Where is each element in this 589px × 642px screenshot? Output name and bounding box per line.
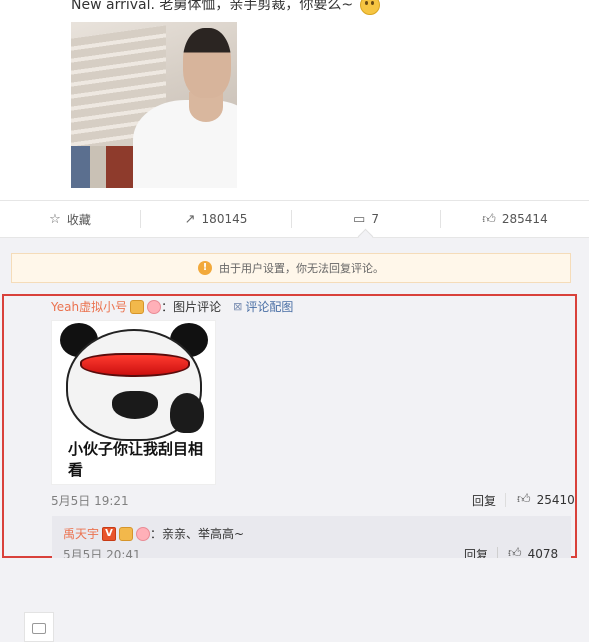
comment-username[interactable]: Yeah虚拟小号 [51, 298, 127, 315]
reply-reply-button[interactable]: 回复 [464, 546, 488, 558]
comment-reply-button[interactable]: 回复 [472, 492, 496, 509]
share-button[interactable]: ↗ 180145 [141, 201, 291, 237]
comment-like-count: 25410 [536, 492, 575, 507]
reply-like-count: 4078 [527, 546, 559, 559]
emoji-icon [147, 299, 162, 314]
photo-head [183, 28, 231, 98]
share-icon: ↗ [184, 211, 196, 227]
divider [497, 547, 498, 558]
image-icon: ⊠ [233, 300, 243, 313]
thumbs-up-icon: 👍︎ [482, 211, 496, 227]
thumbs-up-icon: 👍︎ [517, 492, 531, 507]
reply-restriction-notice: ! 由于用户设置，你无法回复评论。 [11, 253, 571, 283]
avatar-image [24, 612, 54, 642]
share-count: 180145 [201, 212, 248, 226]
warning-icon: ! [198, 261, 212, 275]
reply-username[interactable]: 禹天宇 [63, 525, 99, 542]
meme-caption: 小伙子你让我刮目相看 [68, 440, 204, 479]
favorite-label: 收藏 [66, 212, 91, 227]
avatar[interactable] [12, 306, 54, 642]
comment-time: 5月5日 19:21 [51, 494, 129, 508]
star-icon: ☆ [49, 211, 61, 227]
comment-image-link[interactable]: 评论配图 [245, 298, 293, 315]
avatar-figure-icon [32, 623, 46, 634]
emoji-face-icon [359, 0, 380, 15]
post-text: New arrival. 老舅体恤，亲手剪裁，你要么~ [71, 0, 380, 15]
member-badge-icon [119, 526, 134, 541]
comment-image[interactable]: 小伙子你让我刮目相看 [51, 320, 216, 485]
thumbs-up-icon: 👍︎ [508, 546, 522, 558]
reply-time: 5月5日 20:41 [63, 548, 141, 558]
reply-like-button[interactable]: 👍︎ 4078 [508, 546, 558, 558]
divider [505, 493, 506, 507]
meme-hand [170, 393, 204, 433]
member-badge-icon [130, 299, 145, 314]
photo-books [71, 146, 135, 188]
meme-glasses [80, 353, 190, 377]
action-bar: ☆ 收藏 ↗ 180145 ▭ 7 👍︎ 285414 [0, 200, 589, 238]
like-button[interactable]: 👍︎ 285414 [441, 201, 589, 237]
reply-body: ：亲亲、举高高~ [150, 527, 245, 541]
post-card: New arrival. 老舅体恤，亲手剪裁，你要么~ [0, 0, 589, 200]
emoji-icon [136, 526, 151, 541]
meme-mouth [112, 391, 158, 419]
verified-v-icon: V [102, 526, 117, 541]
post-photo[interactable] [71, 22, 237, 188]
comment-icon: ▭ [353, 211, 366, 227]
reply-item: 禹天宇 V ：亲亲、举高高~ 5月5日 20:41 回复 👍︎ 4078 [52, 516, 571, 558]
reply-header: 禹天宇 V ：亲亲、举高高~ [63, 525, 244, 542]
favorite-button[interactable]: ☆ 收藏 [0, 201, 140, 237]
comment-body: ：图片评论 [161, 300, 222, 314]
post-text-content: New arrival. 老舅体恤，亲手剪裁，你要么~ [71, 0, 354, 13]
like-count: 285414 [501, 212, 548, 226]
comment-count: 7 [371, 212, 379, 226]
comment-like-button[interactable]: 👍︎ 25410 [517, 492, 575, 507]
notice-text: 由于用户设置，你无法回复评论。 [219, 262, 384, 275]
comment-header: Yeah虚拟小号 ：图片评论 ⊠ 评论配图 [51, 298, 293, 315]
